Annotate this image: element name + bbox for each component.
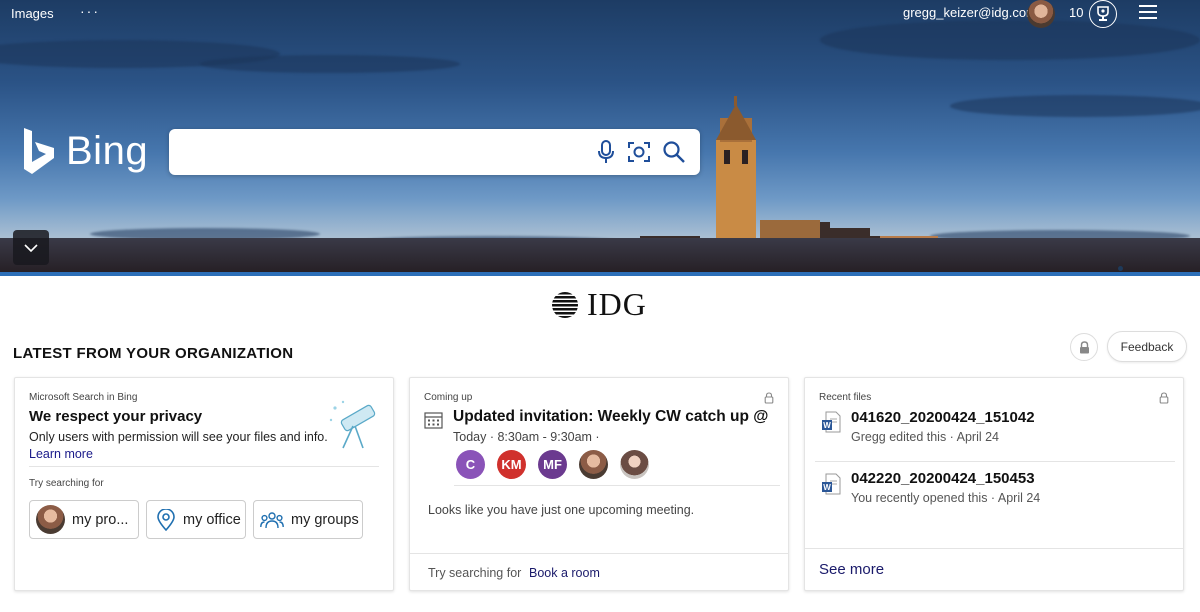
bing-logo[interactable]: Bing — [22, 126, 148, 176]
chevron-down-icon — [24, 243, 38, 252]
rewards-count[interactable]: 10 — [1069, 5, 1083, 20]
file-name-link[interactable]: 041620_20200424_151042 — [851, 409, 1035, 426]
bing-wordmark: Bing — [66, 128, 149, 173]
book-a-room-link[interactable]: Book a room — [529, 566, 600, 580]
see-more-link[interactable]: See more — [819, 561, 884, 578]
idg-globe-icon — [552, 291, 578, 318]
expand-feed-button[interactable] — [13, 230, 49, 265]
location-pin-icon — [157, 508, 175, 531]
telescope-icon — [329, 400, 376, 449]
meeting-time: Today · 8:30am - 9:30am · — [453, 430, 600, 444]
divider — [815, 461, 1175, 462]
suggestion-my-office[interactable]: my office — [146, 500, 246, 539]
card-title: We respect your privacy — [29, 408, 203, 425]
word-document-icon: W — [822, 473, 841, 495]
lock-icon — [764, 392, 774, 404]
ground — [0, 238, 1200, 276]
images-link[interactable]: Images — [11, 6, 54, 21]
search-input[interactable] — [179, 137, 579, 167]
hamburger-menu-icon[interactable] — [1139, 5, 1157, 19]
pill-label: my office — [183, 511, 241, 528]
svg-text:W: W — [823, 421, 831, 430]
attendee-avatar[interactable] — [579, 450, 608, 479]
section-title: LATEST FROM YOUR ORGANIZATION — [13, 345, 294, 362]
attendee-avatar[interactable] — [620, 450, 649, 479]
lock-icon[interactable] — [1070, 333, 1098, 361]
suggestion-my-profile[interactable]: my pro... — [29, 500, 139, 539]
pill-label: my groups — [291, 511, 359, 528]
learn-more-link[interactable]: Learn more — [29, 447, 93, 461]
account-email[interactable]: gregg_keizer@idg.com — [903, 5, 1037, 20]
suggestion-my-groups[interactable]: my groups — [253, 500, 363, 539]
attendee-avatar[interactable]: KM — [497, 450, 526, 479]
try-searching-label: Try searching for — [29, 478, 104, 489]
calendar-icon — [424, 412, 443, 429]
word-document-icon: W — [822, 411, 841, 433]
divider — [805, 548, 1183, 549]
file-name-link[interactable]: 042220_20200424_150453 — [851, 470, 1035, 487]
pill-label: my pro... — [72, 511, 129, 528]
bing-b-icon — [24, 128, 54, 174]
feedback-button[interactable]: Feedback — [1107, 331, 1187, 362]
lock-icon — [1159, 392, 1169, 404]
accent-bar — [0, 272, 1200, 276]
search-box[interactable] — [169, 129, 700, 175]
visual-search-icon[interactable] — [627, 140, 651, 164]
card-label: Coming up — [424, 392, 473, 403]
carousel-indicator — [1118, 266, 1123, 271]
divider — [410, 553, 788, 554]
divider — [454, 485, 780, 486]
more-menu-icon[interactable]: ··· — [80, 3, 100, 19]
card-label: Microsoft Search in Bing — [29, 392, 138, 403]
privacy-card: Microsoft Search in Bing We respect your… — [14, 377, 394, 591]
try-searching-label: Try searching for — [428, 566, 522, 580]
file-meta: You recently opened this · April 24 — [851, 491, 1041, 505]
attendee-avatar[interactable]: MF — [538, 450, 567, 479]
organization-logo: IDG — [547, 286, 647, 323]
attendee-avatar[interactable]: C — [456, 450, 485, 479]
meeting-title[interactable]: Updated invitation: Weekly CW catch up @… — [453, 408, 773, 426]
meeting-card: Coming up Updated invitation: Weekly CW … — [409, 377, 789, 591]
rewards-trophy-icon[interactable] — [1089, 0, 1117, 28]
people-icon — [260, 511, 284, 528]
search-icon[interactable] — [662, 140, 686, 164]
card-subtitle: Only users with permission will see your… — [29, 430, 328, 444]
idg-wordmark: IDG — [587, 286, 647, 322]
card-label: Recent files — [819, 392, 872, 403]
recent-files-card: Recent files W 041620_20200424_151042 Gr… — [804, 377, 1184, 591]
microphone-icon[interactable] — [597, 140, 615, 164]
profile-avatar[interactable] — [1027, 0, 1055, 28]
person-avatar — [36, 505, 65, 534]
divider — [29, 466, 379, 467]
file-meta: Gregg edited this · April 24 — [851, 430, 999, 444]
meeting-message: Looks like you have just one upcoming me… — [428, 503, 695, 517]
svg-text:W: W — [823, 483, 831, 492]
